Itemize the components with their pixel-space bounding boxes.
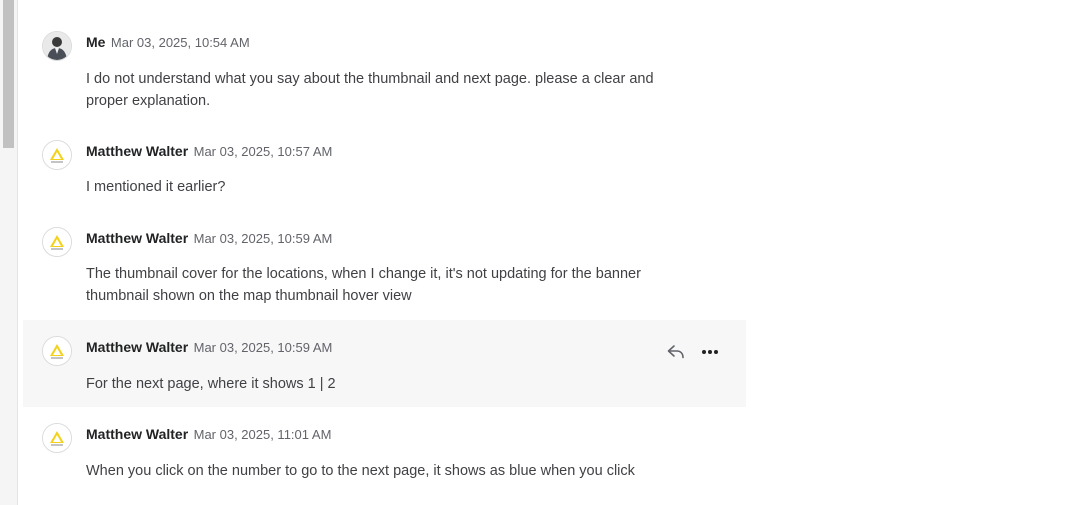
avatar[interactable] — [42, 31, 72, 61]
message-timestamp: Mar 03, 2025, 11:01 AM — [193, 427, 332, 442]
message-text: The thumbnail cover for the locations, w… — [86, 266, 641, 304]
message-text: I do not understand what you say about t… — [86, 71, 654, 109]
company-logo-icon — [43, 141, 71, 169]
message-item: Matthew Walter Mar 03, 2025, 10:59 AM Fo… — [23, 320, 746, 407]
message-header: Me Mar 03, 2025, 10:54 AM — [86, 34, 250, 52]
message-header: Matthew Walter Mar 03, 2025, 10:59 AM — [86, 230, 332, 248]
message-item: Matthew Walter Mar 03, 2025, 10:59 AM Th… — [23, 206, 746, 320]
avatar[interactable] — [42, 227, 72, 257]
message-header: Matthew Walter Mar 03, 2025, 10:57 AM — [86, 143, 332, 161]
avatar[interactable] — [42, 336, 72, 366]
message-item: Me Mar 03, 2025, 10:54 AM I do not under… — [23, 0, 746, 118]
message-text: When you click on the number to go to th… — [86, 463, 635, 479]
reply-icon — [667, 345, 684, 359]
avatar[interactable] — [42, 140, 72, 170]
message-timestamp: Mar 03, 2025, 10:54 AM — [110, 35, 250, 50]
avatar[interactable] — [42, 423, 72, 453]
message-timestamp: Mar 03, 2025, 10:59 AM — [193, 231, 333, 246]
message-actions — [666, 342, 720, 362]
scrollbar-thumb[interactable] — [3, 0, 14, 148]
author-name[interactable]: Matthew Walter — [86, 143, 188, 159]
company-logo-icon — [43, 337, 71, 365]
message-text: For the next page, where it shows 1 | 2 — [86, 376, 336, 392]
scrollbar[interactable] — [0, 0, 18, 505]
message-header: Matthew Walter Mar 03, 2025, 10:59 AM — [86, 339, 332, 357]
message-text: I mentioned it earlier? — [86, 179, 226, 195]
message-item: Matthew Walter Mar 03, 2025, 11:01 AM Wh… — [23, 407, 746, 505]
author-name[interactable]: Matthew Walter — [86, 339, 188, 355]
author-name[interactable]: Matthew Walter — [86, 230, 188, 246]
user-photo-icon — [43, 32, 71, 60]
more-options-button[interactable] — [700, 342, 720, 362]
message-item: Matthew Walter Mar 03, 2025, 10:57 AM I … — [23, 118, 746, 206]
author-name[interactable]: Matthew Walter — [86, 426, 188, 442]
company-logo-icon — [43, 228, 71, 256]
message-header: Matthew Walter Mar 03, 2025, 11:01 AM — [86, 426, 331, 444]
author-name[interactable]: Me — [86, 34, 105, 50]
reply-button[interactable] — [666, 342, 686, 362]
message-thread: Me Mar 03, 2025, 10:54 AM I do not under… — [23, 0, 746, 505]
message-timestamp: Mar 03, 2025, 10:57 AM — [193, 144, 333, 159]
message-timestamp: Mar 03, 2025, 10:59 AM — [193, 340, 333, 355]
company-logo-icon — [43, 424, 71, 452]
more-options-icon — [702, 350, 718, 354]
